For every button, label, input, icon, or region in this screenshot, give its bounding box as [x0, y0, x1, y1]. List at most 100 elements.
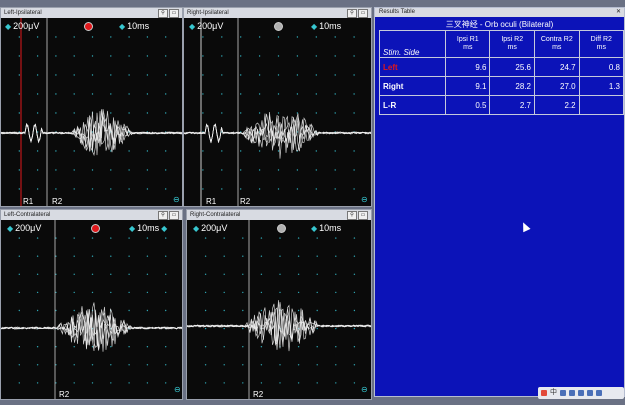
grid-dot: [279, 291, 281, 294]
keyboard-icon[interactable]: [569, 390, 575, 396]
results-table: Stim. Side Ipsi R1 ms Ipsi R2 ms Contra R2…: [378, 30, 625, 115]
grid-dot: [110, 382, 112, 384]
grid-dot: [353, 309, 356, 312]
grid-dot: [73, 364, 75, 366]
window-icon[interactable]: ▭: [169, 9, 179, 18]
grid-dot: [240, 93, 242, 95]
grid-dot: [260, 291, 263, 294]
amplitude-control[interactable]: ◆ 200μV: [193, 223, 227, 233]
table-row[interactable]: Right 9.1 28.2 27.0 1.3: [378, 76, 625, 96]
timebase-control[interactable]: ◆ 10ms ◆: [129, 223, 169, 233]
grid-dot: [165, 364, 167, 366]
panel-title-bar: Left-Contralateral ⚲ ▭: [1, 210, 182, 220]
record-dot-icon[interactable]: [91, 224, 100, 233]
grid-dot: [260, 364, 263, 366]
grid-dot: [315, 36, 317, 38]
timebase-control[interactable]: ◆ 10ms: [311, 223, 341, 233]
cell: 0.8: [578, 57, 625, 77]
grid-dot: [353, 346, 356, 348]
window-icon[interactable]: ▭: [358, 9, 368, 18]
search-icon[interactable]: ⚲: [347, 211, 357, 220]
amplitude-control[interactable]: ◆ 200μV: [189, 21, 223, 31]
panel-title-bar: Left-Ipsilateral ⚲ ▭: [1, 8, 182, 18]
marker-r2[interactable]: R2: [52, 197, 62, 206]
table-row[interactable]: L-R 0.5 2.7 2.2: [378, 95, 625, 115]
panel-right-ipsilateral[interactable]: Right-Ipsilateral ⚲ ▭ ◆ 200μV ◆ 10ms R1 R2…: [183, 7, 372, 207]
timebase-control[interactable]: ◆ 10ms: [311, 21, 341, 31]
grid-dot: [36, 291, 39, 294]
grid-dot: [296, 188, 299, 190]
search-icon[interactable]: ⚲: [158, 9, 168, 18]
grid-dot: [353, 150, 355, 152]
grid-dot: [55, 112, 57, 114]
col-ipsi-r1: Ipsi R1 ms: [445, 30, 491, 58]
grid-dot: [242, 364, 244, 366]
grid-dot: [110, 364, 112, 366]
trace-area[interactable]: [184, 18, 372, 207]
ime-indicator[interactable]: 中: [550, 387, 557, 399]
col-diff-r2: Diff R2 ms: [578, 30, 625, 58]
marker-r2[interactable]: R2: [253, 390, 263, 399]
grid-dot: [202, 93, 204, 95]
cell: 2.7: [489, 95, 535, 115]
trace-area[interactable]: [1, 220, 183, 400]
grid-dot: [297, 237, 300, 239]
diamond-icon: ◆: [119, 22, 126, 31]
grid-dot: [91, 188, 94, 190]
marker-r1[interactable]: R1: [206, 197, 216, 206]
window-icon[interactable]: ▭: [169, 211, 179, 220]
amplitude-control[interactable]: ◆ 200μV: [5, 21, 39, 31]
results-window[interactable]: Results Table ✕ 三叉神经 - Orb oculi (Bilate…: [374, 7, 625, 397]
search-icon[interactable]: ⚲: [158, 211, 168, 220]
scroll-icon[interactable]: ⊖: [361, 195, 368, 204]
panel-right-contralateral[interactable]: Right-Contralateral ⚲ ▭ ◆ 200μV ◆ 10ms R2 …: [186, 209, 372, 400]
panel-left-contralateral[interactable]: Left-Contralateral ⚲ ▭ ◆ 200μV ◆ 10ms ◆ R2 …: [0, 209, 183, 400]
grid-dot: [55, 169, 57, 171]
diamond-icon: ◆: [189, 22, 196, 31]
window-icon[interactable]: ▭: [358, 211, 368, 220]
close-icon[interactable]: ✕: [616, 8, 621, 17]
grid-dot: [91, 55, 94, 57]
timebase-control[interactable]: ◆ 10ms: [119, 21, 149, 31]
grid-dot: [36, 36, 39, 38]
record-dot-icon[interactable]: [277, 224, 286, 233]
amplitude-control[interactable]: ◆ 200μV: [7, 223, 41, 233]
marker-r1[interactable]: R1: [23, 197, 33, 206]
table-row[interactable]: Left 9.6 25.6 24.7 0.8: [378, 57, 625, 77]
grid-dot: [165, 74, 167, 76]
marker-r2[interactable]: R2: [59, 390, 69, 399]
grid-dot: [279, 237, 281, 239]
grid-dot: [128, 150, 130, 152]
table-header-row: Stim. Side Ipsi R1 ms Ipsi R2 ms Contra R2…: [378, 30, 625, 58]
scroll-icon[interactable]: ⊖: [361, 385, 368, 394]
grid-dot: [146, 112, 149, 114]
cell: 27.0: [533, 76, 580, 96]
grid-dot: [165, 36, 167, 38]
grid-dot: [128, 112, 130, 114]
grid-dot: [223, 346, 225, 348]
grid-dot: [55, 382, 57, 384]
record-dot-icon[interactable]: [84, 22, 93, 31]
grid-dot: [146, 346, 149, 348]
grid-dot: [73, 237, 75, 239]
grid-icon[interactable]: [596, 390, 602, 396]
scroll-icon[interactable]: ⊖: [173, 195, 180, 204]
system-tray[interactable]: 中: [538, 387, 624, 399]
grid-dot: [202, 150, 204, 152]
shirt-icon[interactable]: [587, 390, 593, 396]
record-dot-icon[interactable]: [274, 22, 283, 31]
grid-dot: [334, 74, 336, 76]
grid-dot: [73, 255, 75, 257]
panel-left-ipsilateral[interactable]: Left-Ipsilateral ⚲ ▭ ◆ 200μV ◆ 10ms R1 R2 …: [0, 7, 183, 207]
scroll-icon[interactable]: ⊖: [174, 385, 181, 394]
row-label-right: Right: [378, 76, 447, 96]
search-icon[interactable]: ⚲: [347, 9, 357, 18]
grid-dot: [73, 36, 75, 38]
settings-icon[interactable]: [578, 390, 584, 396]
grid-dot: [204, 364, 207, 366]
trace-area[interactable]: [187, 220, 372, 400]
app-icon[interactable]: [541, 390, 547, 396]
trace-area[interactable]: [1, 18, 183, 207]
marker-r2[interactable]: R2: [240, 197, 250, 206]
moon-icon[interactable]: [560, 390, 566, 396]
